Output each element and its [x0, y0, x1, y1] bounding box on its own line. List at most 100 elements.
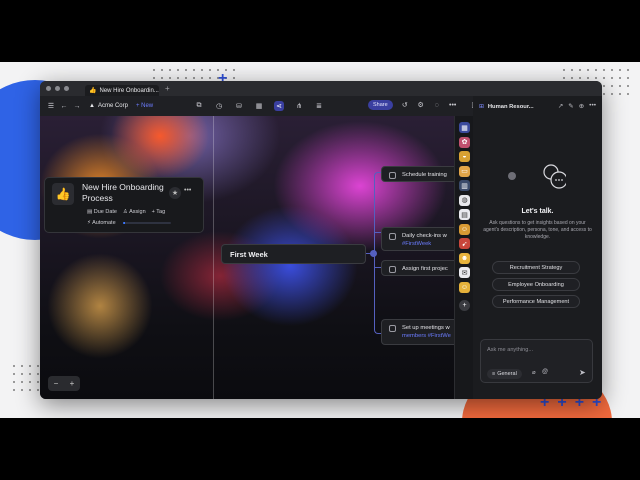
chat-bubbles-illustration	[508, 164, 566, 189]
folder-icon[interactable]: ▭	[459, 165, 470, 177]
workspace-logo-icon: ▲	[89, 103, 95, 109]
new-tab-button[interactable]: +	[165, 84, 170, 93]
letterbox-bottom	[0, 418, 640, 480]
automate-button[interactable]: ⚡ Automate	[87, 220, 116, 226]
empty-state-description: Ask questions to get insights based on y…	[483, 220, 592, 240]
tag-button[interactable]: + Tag	[152, 209, 166, 215]
close-dot[interactable]	[46, 86, 51, 91]
sub-node-text: Assign first projec	[402, 266, 448, 272]
emoji-icon[interactable]: ☺	[459, 281, 470, 293]
menu-icon[interactable]: ☰	[46, 101, 56, 111]
sub-node[interactable]: Daily check-ins w #FirstWeek	[381, 227, 454, 251]
more-icon[interactable]: •••	[589, 102, 596, 110]
progress-fill	[122, 222, 125, 224]
mindmap-icon[interactable]: ⋖	[274, 101, 284, 111]
sub-node-text: Schedule training	[402, 172, 447, 178]
new-label: New	[141, 103, 154, 109]
new-button[interactable]: + New	[136, 103, 153, 109]
workspace-switcher[interactable]: ▲ Acme Corp	[89, 103, 128, 109]
panel-actions: ↗ ✎ ⊕ •••	[558, 102, 596, 110]
checkbox[interactable]	[389, 325, 396, 332]
mindmap-canvas[interactable]: 👍 New Hire Onboarding Process ★ ••• ▤ Du…	[40, 116, 454, 399]
mention-icon[interactable]: @	[542, 369, 548, 375]
suggestion-chip[interactable]: Employee Onboarding	[492, 278, 580, 291]
automate-row: ⚡ Automate	[87, 220, 171, 226]
edit-icon[interactable]: ✎	[568, 102, 573, 110]
history-icon[interactable]: ↺	[400, 100, 410, 110]
checkbox[interactable]	[389, 266, 396, 273]
sub-node[interactable]: Schedule training	[381, 166, 454, 182]
app-window: 👍 New Hire Onboardin... + ☰ ← → ▲ Acme C…	[40, 81, 602, 399]
comment-icon[interactable]: ◌	[432, 100, 442, 110]
minimize-dot[interactable]	[55, 86, 60, 91]
face-icon[interactable]: ☺	[459, 223, 470, 235]
brain-icon[interactable]: ✿	[459, 136, 470, 148]
workspace-name: Acme Corp	[97, 103, 128, 109]
timeline-line	[213, 116, 214, 399]
filter-icon: ≡	[492, 371, 496, 377]
chart-icon[interactable]: ▥	[459, 180, 470, 191]
tab-title: New Hire Onboardin...	[99, 87, 159, 94]
chat-icon[interactable]: ◍	[459, 194, 470, 206]
title-bar: 👍 New Hire Onboardin... +	[40, 81, 602, 96]
grid-icon[interactable]: ▦	[459, 122, 470, 133]
agent-panel: ⊞ Human Resour... ↗ ✎ ⊕ ••• Let's talk. …	[473, 96, 602, 399]
thumbs-up-icon: 👍	[89, 88, 97, 94]
due-date-button[interactable]: ▤ Due Date	[87, 209, 117, 215]
send-icon[interactable]: ➤	[579, 368, 586, 377]
clock-icon[interactable]: ◷	[214, 101, 224, 111]
board-icon[interactable]: ▦	[254, 101, 264, 111]
hashtag[interactable]: members #FirstWe	[402, 333, 451, 339]
back-arrow-icon[interactable]: ←	[59, 101, 69, 111]
letterbox-top	[0, 0, 640, 62]
hierarchy-icon[interactable]: ⋔	[294, 101, 304, 111]
checkbox[interactable]	[389, 172, 396, 179]
connector-knob[interactable]	[370, 250, 377, 257]
maximize-dot[interactable]	[64, 86, 69, 91]
task-title: New Hire Onboarding Process	[82, 182, 164, 203]
assign-button[interactable]: ♙ Assign	[123, 209, 146, 215]
external-link-icon[interactable]: ↗	[558, 102, 563, 110]
task-actions: ▤ Due Date ♙ Assign + Tag	[87, 209, 165, 215]
panel-header: ⊞ Human Resour... ↗ ✎ ⊕ •••	[473, 100, 602, 114]
thumbs-up-icon: 👍	[52, 183, 74, 205]
suggestion-chip[interactable]: Recruitment Strategy	[492, 261, 580, 274]
zoom-in-button[interactable]: +	[70, 379, 75, 388]
hashtag[interactable]: #FirstWeek	[402, 241, 431, 247]
add-icon[interactable]: +	[459, 300, 470, 311]
window-controls	[46, 86, 69, 91]
more-icon[interactable]: •••	[184, 187, 191, 194]
mode-selector[interactable]: ≡ General	[487, 369, 522, 379]
main-node[interactable]: First Week	[221, 244, 366, 264]
settings-icon[interactable]: ⚙	[416, 100, 426, 110]
agent-rail: ▦ ✿ ◒ ▭ ▥ ◍ ▤ ☺ ➹ ☻ ✉ ☺ +	[454, 116, 473, 399]
suggestion-chip[interactable]: Performance Management	[492, 295, 580, 308]
task-card[interactable]: 👍 New Hire Onboarding Process ★ ••• ▤ Du…	[44, 177, 204, 233]
smile-icon[interactable]: ☻	[459, 252, 470, 264]
checkbox[interactable]	[389, 233, 396, 240]
rocket-icon[interactable]: ➹	[459, 238, 470, 249]
sub-node[interactable]: Assign first projec	[381, 260, 454, 276]
due-date-label: Due Date	[93, 209, 117, 215]
new-chat-icon[interactable]: ⊕	[579, 102, 584, 110]
sub-node[interactable]: Set up meetings w members #FirstWe	[381, 319, 454, 345]
hotdog-icon[interactable]: ◒	[459, 151, 470, 162]
panel-title[interactable]: Human Resour...	[488, 104, 544, 110]
database-icon[interactable]: ⛁	[234, 101, 244, 111]
more-icon[interactable]: •••	[448, 100, 458, 110]
chat-input[interactable]: Ask me anything...	[487, 347, 533, 353]
list-icon[interactable]: ≣	[314, 101, 324, 111]
view-switcher: ⧉ ◷ ⛁ ▦ ⋖ ⋔ ≣	[194, 101, 327, 111]
mail-icon[interactable]: ✉	[459, 267, 470, 278]
star-icon[interactable]: ★	[169, 187, 181, 199]
chat-composer[interactable]: Ask me anything... ≡ General ⌀ @ ➤	[480, 339, 593, 383]
browser-tab[interactable]: 👍 New Hire Onboardin...	[85, 85, 159, 96]
inbox-icon[interactable]: ▤	[459, 209, 470, 220]
attach-icon[interactable]: ⌀	[532, 369, 536, 376]
zoom-out-button[interactable]: −	[54, 379, 59, 388]
forward-arrow-icon[interactable]: →	[72, 101, 82, 111]
toolbar-right: Share ↺ ⚙ ◌ ••• ◫	[368, 100, 483, 110]
layers-icon[interactable]: ⧉	[194, 101, 204, 111]
share-button[interactable]: Share	[368, 100, 393, 110]
assign-label: Assign	[129, 209, 146, 215]
